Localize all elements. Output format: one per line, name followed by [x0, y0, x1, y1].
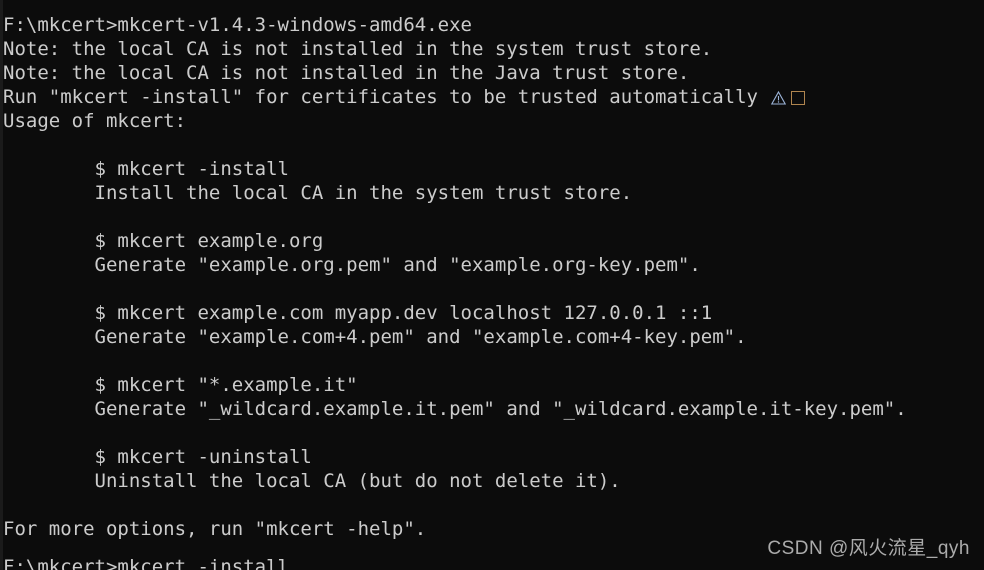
terminal-line-cmd-wildcard: $ mkcert "*.example.it": [3, 374, 358, 396]
missing-glyph-box-icon: [791, 91, 806, 105]
terminal-line-cmd-install: $ mkcert -install: [3, 158, 289, 180]
terminal-line-cmd-uninstall: $ mkcert -uninstall: [3, 446, 312, 468]
terminal-line-cmd-example-org: $ mkcert example.org: [3, 230, 324, 252]
terminal-line-prompt-command: F:\mkcert>mkcert-v1.4.3-windows-amd64.ex…: [3, 14, 472, 36]
csdn-watermark: CSDN @风火流星_qyh: [767, 538, 970, 559]
glyph-run: [769, 85, 806, 109]
terminal-line-cmd-example-com: $ mkcert example.com myapp.dev localhost…: [3, 302, 713, 324]
terminal-line-run-install-hint: Run "mkcert -install" for certificates t…: [3, 85, 984, 109]
run-install-hint-text: Run "mkcert -install" for certificates t…: [3, 86, 770, 108]
terminal-line-desc-wildcard: Generate "_wildcard.example.it.pem" and …: [3, 398, 907, 420]
warning-triangle-icon: [771, 91, 787, 105]
terminal-line-desc-example-com: Generate "example.com+4.pem" and "exampl…: [3, 326, 747, 348]
terminal-output-area[interactable]: F:\mkcert>mkcert-v1.4.3-windows-amd64.ex…: [0, 0, 984, 570]
terminal-line-desc-example-org: Generate "example.org.pem" and "example.…: [3, 254, 701, 276]
terminal-line-usage-header: Usage of mkcert:: [3, 110, 187, 132]
terminal-line-desc-install: Install the local CA in the system trust…: [3, 182, 633, 204]
terminal-line-desc-uninstall: Uninstall the local CA (but do not delet…: [3, 470, 621, 492]
terminal-line-note-system-trust: Note: the local CA is not installed in t…: [3, 38, 713, 60]
window-left-edge: [0, 0, 3, 570]
terminal-line-note-java-trust: Note: the local CA is not installed in t…: [3, 62, 690, 84]
